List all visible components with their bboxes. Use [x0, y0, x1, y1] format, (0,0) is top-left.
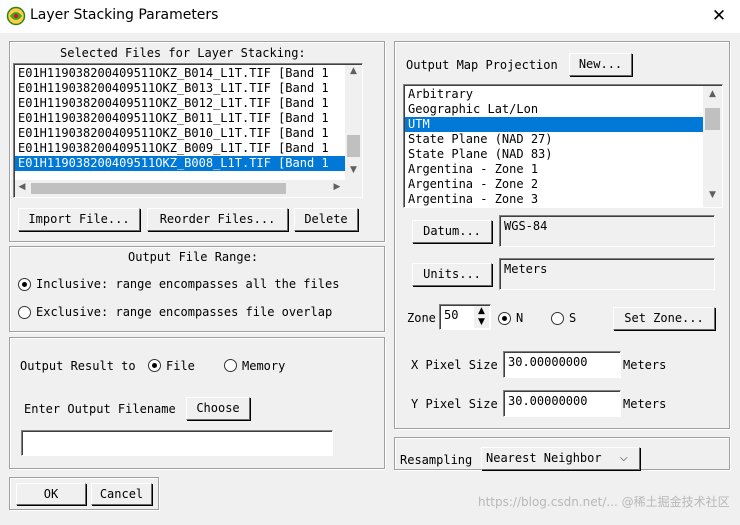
- close-icon[interactable]: ✕: [706, 3, 732, 29]
- zone-spinner[interactable]: 50 ▲ ▼: [439, 304, 491, 330]
- files-vertical-scrollbar[interactable]: ▲ ▼: [345, 65, 362, 180]
- zone-spin-buttons[interactable]: ▲ ▼: [474, 306, 489, 328]
- south-radio[interactable]: [551, 312, 564, 325]
- zone-label: Zone: [407, 311, 436, 325]
- projection-list-item[interactable]: Argentina - Zone 3: [405, 192, 703, 206]
- file-list-item[interactable]: E01H119038200409511OKZ_B010_L1T.TIF [Ban…: [15, 126, 345, 141]
- projection-scrollbar[interactable]: ▲ ▼: [703, 86, 722, 207]
- inclusive-label: Inclusive: range encompasses all the fil…: [36, 277, 340, 291]
- delete-button[interactable]: Delete: [294, 208, 358, 231]
- scroll-down-icon[interactable]: ▼: [345, 165, 362, 179]
- envi-logo-icon: [6, 6, 26, 26]
- import-file-button[interactable]: Import File...: [18, 208, 140, 231]
- scroll-left-icon[interactable]: ◀: [16, 182, 28, 195]
- projection-list-item[interactable]: Geographic Lat/Lon: [405, 102, 703, 117]
- files-hscroll-thumb[interactable]: [31, 183, 286, 194]
- projection-list-item[interactable]: State Plane (NAD 27): [405, 132, 703, 147]
- file-list-item[interactable]: E01H119038200409511OKZ_B008_L1T.TIF [Ban…: [15, 156, 345, 171]
- file-list-item[interactable]: E01H119038200409511OKZ_B012_L1T.TIF [Ban…: [15, 96, 345, 111]
- scroll-down-icon[interactable]: ▼: [703, 190, 722, 204]
- file-list-item[interactable]: E01H119038200409511OKZ_B009_L1T.TIF [Ban…: [15, 141, 345, 156]
- file-radio[interactable]: [148, 359, 161, 372]
- files-vscroll-thumb[interactable]: [347, 135, 360, 157]
- inclusive-radio[interactable]: [18, 278, 31, 291]
- selected-files-heading: Selected Files for Layer Stacking:: [60, 46, 306, 60]
- resampling-value: Nearest Neighbor: [486, 451, 602, 465]
- file-list-item[interactable]: E01H119038200409511OKZ_B011_L1T.TIF [Ban…: [15, 111, 345, 126]
- scroll-right-icon[interactable]: ▶: [331, 182, 343, 195]
- choose-button[interactable]: Choose: [186, 397, 250, 420]
- south-label: S: [569, 311, 577, 325]
- projection-list-item[interactable]: UTM: [405, 117, 703, 132]
- projection-scroll-thumb[interactable]: [705, 108, 720, 130]
- memory-radio[interactable]: [224, 359, 237, 372]
- projection-list[interactable]: Arbitrary Geographic Lat/Lon UTM State Plan…: [403, 84, 723, 208]
- scroll-up-icon[interactable]: ▲: [345, 66, 362, 80]
- x-pixel-unit: Meters: [623, 358, 667, 372]
- output-result-label: Output Result to: [20, 359, 136, 373]
- file-list-item[interactable]: E01H119038200409511OKZ_B014_L1T.TIF [Ban…: [15, 66, 345, 81]
- projection-heading: Output Map Projection: [406, 58, 558, 72]
- new-projection-button[interactable]: New...: [569, 53, 632, 76]
- projection-list-item[interactable]: Arbitrary: [405, 87, 703, 102]
- scroll-up-icon[interactable]: ▲: [703, 89, 722, 103]
- zone-value: 50: [444, 308, 459, 322]
- spin-up-icon[interactable]: ▲: [474, 306, 489, 317]
- datum-value-field: WGS-84: [499, 215, 715, 247]
- y-pixel-unit: Meters: [623, 397, 667, 411]
- projection-list-item[interactable]: Argentina - Zone 2: [405, 177, 703, 192]
- spin-down-icon[interactable]: ▼: [474, 317, 489, 328]
- resampling-label: Resampling: [400, 453, 473, 467]
- output-filename-input[interactable]: [21, 430, 333, 456]
- x-pixel-size-input[interactable]: 30.00000000: [503, 351, 621, 378]
- files-horizontal-scrollbar[interactable]: ◀ ▶: [15, 180, 345, 197]
- chevron-down-icon: ⌵: [620, 453, 628, 464]
- selected-files-list[interactable]: E01H119038200409511OKZ_B014_L1T.TIF [Ban…: [13, 63, 363, 198]
- file-radio-label: File: [166, 359, 195, 373]
- units-value-field: Meters: [499, 258, 715, 290]
- cancel-button[interactable]: Cancel: [91, 483, 152, 505]
- north-label: N: [516, 311, 524, 325]
- reorder-files-button[interactable]: Reorder Files...: [147, 208, 288, 231]
- output-range-heading: Output File Range:: [128, 250, 259, 264]
- y-pixel-size-input[interactable]: 30.00000000: [503, 390, 621, 417]
- window-title: Layer Stacking Parameters: [30, 7, 219, 23]
- output-filename-label: Enter Output Filename: [24, 402, 176, 416]
- projection-list-item[interactable]: State Plane (NAD 83): [405, 147, 703, 162]
- x-pixel-size-label: X Pixel Size: [411, 358, 498, 372]
- ok-button[interactable]: OK: [16, 483, 86, 505]
- y-pixel-size-label: Y Pixel Size: [411, 397, 498, 411]
- north-radio[interactable]: [498, 312, 511, 325]
- scrollbar-corner: [345, 180, 362, 197]
- units-button[interactable]: Units...: [412, 263, 492, 286]
- file-list-item[interactable]: E01H119038200409511OKZ_B013_L1T.TIF [Ban…: [15, 81, 345, 96]
- memory-radio-label: Memory: [242, 359, 286, 373]
- projection-list-item[interactable]: Argentina - Zone 1: [405, 162, 703, 177]
- resampling-dropdown[interactable]: Nearest Neighbor ⌵: [481, 447, 640, 470]
- exclusive-label: Exclusive: range encompasses file overla…: [36, 305, 333, 319]
- watermark: https://blog.csdn.net/... @稀土掘金技术社区: [478, 495, 730, 509]
- set-zone-button[interactable]: Set Zone...: [613, 307, 715, 330]
- exclusive-radio[interactable]: [18, 306, 31, 319]
- datum-button[interactable]: Datum...: [412, 220, 492, 243]
